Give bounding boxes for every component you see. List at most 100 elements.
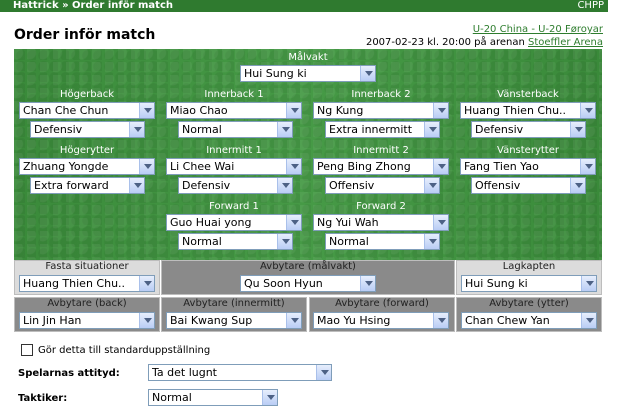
chevron-down-icon [277, 122, 292, 137]
chevron-down-icon [570, 178, 585, 193]
chevron-down-icon [262, 390, 277, 405]
im1-label: Innermitt 1 [206, 145, 262, 156]
chevron-down-icon [129, 178, 144, 193]
im2-order-select[interactable]: Offensiv [325, 177, 440, 194]
chevron-down-icon [570, 122, 585, 137]
cb2-player-select[interactable]: Ng Kung [313, 102, 449, 119]
set-pieces-label: Fasta situationer [45, 261, 129, 272]
chevron-down-icon [316, 365, 331, 380]
sub-gk-select[interactable]: Qu Soon Hyun [240, 275, 376, 292]
chevron-down-icon [286, 159, 301, 174]
chevron-down-icon [277, 234, 292, 249]
chevron-down-icon [360, 276, 375, 291]
left-winger-order-select[interactable]: Offensiv [471, 177, 586, 194]
goalkeeper-select[interactable]: Hui Sung ki [240, 65, 376, 82]
fw2-order-select[interactable]: Normal [325, 233, 440, 250]
right-back-player-select[interactable]: Chan Che Chun [19, 102, 155, 119]
im1-order-select[interactable]: Defensiv [178, 177, 293, 194]
fw2-label: Forward 2 [356, 201, 406, 212]
right-winger-label: Högerytter [59, 145, 115, 156]
left-winger-slot: Vänsterytter [460, 145, 596, 157]
chevron-down-icon [286, 313, 301, 328]
right-back-slot: Högerback [19, 89, 155, 101]
top-bar: Hattrick » Order inför match CHPP [0, 0, 608, 12]
chevron-down-icon [580, 159, 595, 174]
chevron-down-icon [286, 103, 301, 118]
fw1-order-select[interactable]: Normal [178, 233, 293, 250]
sub-gk-label: Avbytare (målvakt) [260, 261, 356, 272]
goalkeeper-slot: Målvakt [240, 52, 376, 64]
chevron-down-icon [139, 103, 154, 118]
chevron-down-icon [581, 313, 596, 328]
sub-im-label: Avbytare (innermitt) [183, 298, 285, 309]
goalkeeper-label: Målvakt [288, 52, 328, 63]
chevron-down-icon [424, 178, 439, 193]
sub-back-select[interactable]: Lin Jin Han [19, 312, 155, 329]
cb1-order-select[interactable]: Normal [178, 121, 293, 138]
attitude-select[interactable]: Ta det lugnt [148, 364, 332, 381]
chevron-down-icon [360, 66, 375, 81]
right-winger-slot: Högerytter [19, 145, 155, 157]
match-datetime: 2007-02-23 kl. 20:00 på arenan [365, 37, 525, 48]
im2-slot: Innermitt 2 [313, 145, 449, 157]
breadcrumb: Hattrick » Order inför match [13, 0, 173, 11]
tactic-label: Taktiker: [18, 393, 68, 404]
chevron-down-icon [129, 122, 144, 137]
right-back-order-select[interactable]: Defensiv [30, 121, 145, 138]
im1-player-select[interactable]: Li Chee Wai [166, 158, 302, 175]
cb1-label: Innerback 1 [204, 89, 264, 100]
sub-back-label: Avbytare (back) [47, 298, 127, 309]
im2-player-select[interactable]: Peng Bing Zhong [313, 158, 449, 175]
match-link[interactable]: U-20 China - U-20 Føroyar [473, 24, 603, 35]
left-winger-player-select[interactable]: Fang Tien Yao [460, 158, 596, 175]
left-back-order-select[interactable]: Defensiv [471, 121, 586, 138]
tactic-select[interactable]: Normal [148, 389, 278, 406]
attitude-label: Spelarnas attityd: [18, 368, 120, 379]
cb1-slot: Innerback 1 [166, 89, 302, 101]
chpp-label: CHPP [577, 0, 604, 11]
im2-label: Innermitt 2 [353, 145, 409, 156]
chevron-down-icon [433, 103, 448, 118]
set-pieces-select[interactable]: Huang Thien Chu.. [19, 275, 155, 292]
chevron-down-icon [286, 215, 301, 230]
chevron-down-icon [433, 215, 448, 230]
sub-fw-label: Avbytare (forward) [335, 298, 429, 309]
fw2-slot: Forward 2 [313, 201, 449, 213]
pitch: Målvakt Hui Sung ki Högerback Chan Che C… [14, 49, 602, 260]
chevron-down-icon [581, 276, 596, 291]
sub-im-select[interactable]: Bai Kwang Sup [166, 312, 302, 329]
cb2-slot: Innerback 2 [313, 89, 449, 101]
captain-label: Lagkapten [502, 261, 556, 272]
cb1-player-select[interactable]: Miao Chao [166, 102, 302, 119]
chevron-down-icon [580, 103, 595, 118]
left-back-player-select[interactable]: Huang Thien Chu.. [460, 102, 596, 119]
right-winger-order-select[interactable]: Extra forward [30, 177, 145, 194]
im1-slot: Innermitt 1 [166, 145, 302, 157]
right-winger-player-select[interactable]: Zhuang Yongde [19, 158, 155, 175]
fw1-slot: Forward 1 [166, 201, 302, 213]
sub-winger-label: Avbytare (ytter) [489, 298, 569, 309]
left-back-label: Vänsterback [497, 89, 559, 100]
left-winger-label: Vänsterytter [497, 145, 559, 156]
cb2-label: Innerback 2 [351, 89, 411, 100]
sub-fw-select[interactable]: Mao Yu Hsing [313, 312, 449, 329]
left-back-slot: Vänsterback [460, 89, 596, 101]
fw1-player-select[interactable]: Guo Huai yong [166, 214, 302, 231]
cb2-order-select[interactable]: Extra innermitt [325, 121, 440, 138]
chevron-down-icon [277, 178, 292, 193]
fw2-player-select[interactable]: Ng Yui Wah [313, 214, 449, 231]
right-back-label: Högerback [59, 89, 114, 100]
page-title: Order inför match [14, 27, 156, 43]
chevron-down-icon [433, 313, 448, 328]
match-info: 2007-02-23 kl. 20:00 på arenan Stoeffler… [366, 37, 603, 48]
default-lineup-label: Gör detta till standarduppställning [38, 345, 211, 356]
sub-winger-select[interactable]: Chan Chew Yan [461, 312, 597, 329]
arena-link[interactable]: Stoeffler Arena [528, 37, 603, 48]
chevron-down-icon [139, 159, 154, 174]
chevron-down-icon [424, 234, 439, 249]
chevron-down-icon [139, 313, 154, 328]
chevron-down-icon [139, 276, 154, 291]
captain-select[interactable]: Hui Sung ki [461, 275, 597, 292]
chevron-down-icon [424, 122, 439, 137]
default-lineup-checkbox[interactable] [21, 344, 33, 356]
